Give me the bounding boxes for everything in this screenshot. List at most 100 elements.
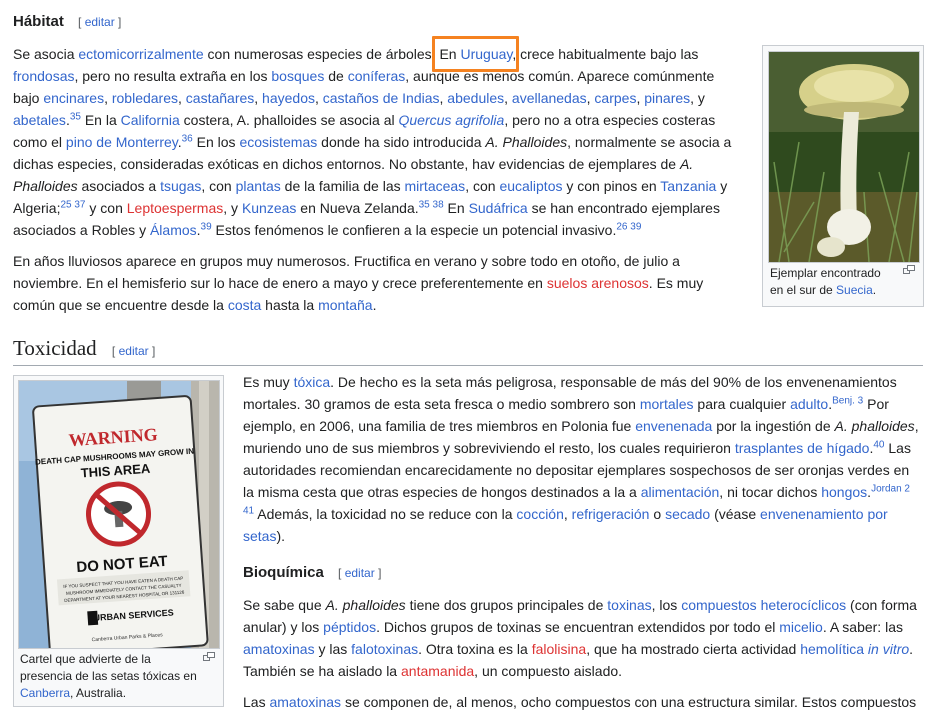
- text-run: Se sabe que: [243, 597, 326, 613]
- link-sudafrica[interactable]: Sudáfrica: [469, 200, 528, 216]
- warning-sign-photo[interactable]: WARNING DEATH CAP MUSHROOMS MAY GROW IN …: [18, 380, 220, 649]
- uruguay-highlight-box: [432, 36, 519, 72]
- text-run: tiene dos grupos principales de: [405, 597, 608, 613]
- link-mirtaceas[interactable]: mirtaceas: [405, 178, 466, 194]
- text-run: o: [649, 506, 666, 522]
- citation-ref[interactable]: 35 38: [419, 199, 444, 210]
- link-trasplantes-de-higado[interactable]: trasplantes de hígado: [735, 440, 870, 456]
- citation-ref[interactable]: Benj. 3: [832, 395, 863, 406]
- link-adulto[interactable]: adulto: [790, 396, 828, 412]
- link-montana[interactable]: montaña: [318, 297, 372, 313]
- text-run: de: [324, 68, 348, 84]
- link-pino-de-monterrey[interactable]: pino de Monterrey: [66, 134, 178, 150]
- text-run: .: [872, 283, 877, 297]
- citation-ref[interactable]: 36: [182, 133, 193, 144]
- bioquimica-heading: Bioquímica [ editar ]: [243, 564, 381, 581]
- link-abedules[interactable]: abedules: [447, 90, 504, 106]
- link-refrigeracion[interactable]: refrigeración: [572, 506, 650, 522]
- text-run: y con: [85, 200, 127, 216]
- toxicidad-edit-link[interactable]: editar: [119, 344, 149, 358]
- habitat-edit-link[interactable]: editar: [85, 15, 115, 29]
- citation-ref[interactable]: 39: [201, 221, 212, 232]
- link-ectomicorrizalmente[interactable]: ectomicorrizalmente: [78, 46, 203, 62]
- link-alimentacion[interactable]: alimentación: [641, 484, 720, 500]
- link-canberra[interactable]: Canberra: [20, 686, 70, 700]
- text-run: . Dichos grupos de toxinas se encuentran…: [376, 619, 780, 635]
- link-castanares[interactable]: castañares: [186, 90, 254, 106]
- link-secado[interactable]: secado: [665, 506, 710, 522]
- habitat-paragraph-1: Se asocia ectomicorrizalmente con numero…: [13, 43, 743, 241]
- toxicidad-thumbnail: WARNING DEATH CAP MUSHROOMS MAY GROW IN …: [13, 375, 224, 707]
- magnify-icon[interactable]: [903, 265, 915, 277]
- link-quercus-agrifolia[interactable]: Quercus agrifolia: [398, 112, 504, 128]
- toxicidad-paragraph-1: Es muy tóxica. De hecho es la seta más p…: [243, 371, 923, 547]
- bioquimica-edit-link[interactable]: editar: [345, 566, 375, 580]
- magnify-icon[interactable]: [203, 652, 215, 664]
- link-ecosistemas[interactable]: ecosistemas: [239, 134, 317, 150]
- link-kunzeas[interactable]: Kunzeas: [242, 200, 296, 216]
- mushroom-photo-svg: [769, 52, 919, 262]
- redlink-leptoespermas[interactable]: Leptoespermas: [127, 200, 224, 216]
- link-amatoxinas[interactable]: amatoxinas: [243, 641, 315, 657]
- link-tsugas[interactable]: tsugas: [160, 178, 201, 194]
- link-avellanedas[interactable]: avellanedas: [512, 90, 587, 106]
- redlink-antamanida[interactable]: antamanida: [401, 663, 474, 679]
- link-eucaliptos[interactable]: eucaliptos: [499, 178, 562, 194]
- link-abetales[interactable]: abetales: [13, 112, 66, 128]
- link-in-vitro[interactable]: in vitro: [868, 641, 909, 657]
- text-run: En los: [192, 134, 240, 150]
- link-micelio[interactable]: micelio: [779, 619, 823, 635]
- link-encinares[interactable]: encinares: [43, 90, 104, 106]
- text-run: Es muy: [243, 374, 294, 390]
- link-coccion[interactable]: cocción: [516, 506, 563, 522]
- link-costa[interactable]: costa: [228, 297, 261, 313]
- text-run: hasta la: [261, 297, 319, 313]
- link-castanos-de-indias[interactable]: castaños de Indias: [323, 90, 440, 106]
- link-amatoxinas[interactable]: amatoxinas: [269, 694, 341, 710]
- text-run: En la: [80, 112, 121, 128]
- link-carpes[interactable]: carpes: [594, 90, 636, 106]
- link-bosques[interactable]: bosques: [271, 68, 324, 84]
- link-tanzania[interactable]: Tanzania: [660, 178, 716, 194]
- link-mortales[interactable]: mortales: [640, 396, 694, 412]
- link-toxinas[interactable]: toxinas: [607, 597, 651, 613]
- text-run: donde ha sido introducida: [317, 134, 486, 150]
- link-coniferas[interactable]: coníferas: [348, 68, 406, 84]
- link-toxica[interactable]: tóxica: [294, 374, 331, 390]
- link-hayedos[interactable]: hayedos: [262, 90, 315, 106]
- bioquimica-edit: [ editar ]: [338, 566, 382, 580]
- habitat-heading-text: Hábitat: [13, 13, 64, 30]
- toxicidad-heading: Toxicidad [ editar ]: [13, 336, 923, 366]
- citation-ref[interactable]: 35: [70, 111, 81, 122]
- link-envenenada[interactable]: envenenada: [635, 418, 712, 434]
- redlink-suelos-arenosos[interactable]: suelos arenosos: [547, 275, 649, 291]
- text-run: Las: [243, 694, 270, 710]
- link-peptidos[interactable]: péptidos: [323, 619, 376, 635]
- habitat-heading: Hábitat [ editar ]: [13, 13, 121, 30]
- citation-ref[interactable]: 26 39: [616, 221, 641, 232]
- link-robledares[interactable]: robledares: [112, 90, 178, 106]
- link-pinares[interactable]: pinares: [644, 90, 690, 106]
- link-frondosas[interactable]: frondosas: [13, 68, 74, 84]
- habitat-text: Se asocia ectomicorrizalmente con numero…: [13, 43, 743, 316]
- mushroom-photo[interactable]: [768, 51, 920, 263]
- text-run: . A saber: las: [822, 619, 903, 635]
- link-hemolitica[interactable]: hemolítica: [800, 641, 864, 657]
- text-run: ,: [178, 90, 186, 106]
- text-run: para cualquier: [693, 396, 791, 412]
- link-alamos[interactable]: Álamos: [150, 222, 197, 238]
- text-run: en Nueva Zelanda.: [296, 200, 419, 216]
- link-falotoxinas[interactable]: falotoxinas: [351, 641, 418, 657]
- text-run: En: [443, 200, 469, 216]
- habitat-thumbnail: Ejemplar encontrado en el sur de Suecia.: [762, 45, 924, 307]
- text-run: , con: [465, 178, 500, 194]
- link-plantas[interactable]: plantas: [236, 178, 281, 194]
- link-compuestos-heterociclicos[interactable]: compuestos heterocíclicos: [681, 597, 846, 613]
- redlink-falolisina[interactable]: falolisina: [532, 641, 586, 657]
- text-run: , crece habitualmente bajo las: [512, 46, 699, 62]
- citation-ref[interactable]: 40: [873, 439, 884, 450]
- link-hongos[interactable]: hongos: [821, 484, 867, 500]
- link-california[interactable]: California: [121, 112, 180, 128]
- link-suecia[interactable]: Suecia: [836, 283, 873, 297]
- citation-ref[interactable]: 25 37: [60, 199, 85, 210]
